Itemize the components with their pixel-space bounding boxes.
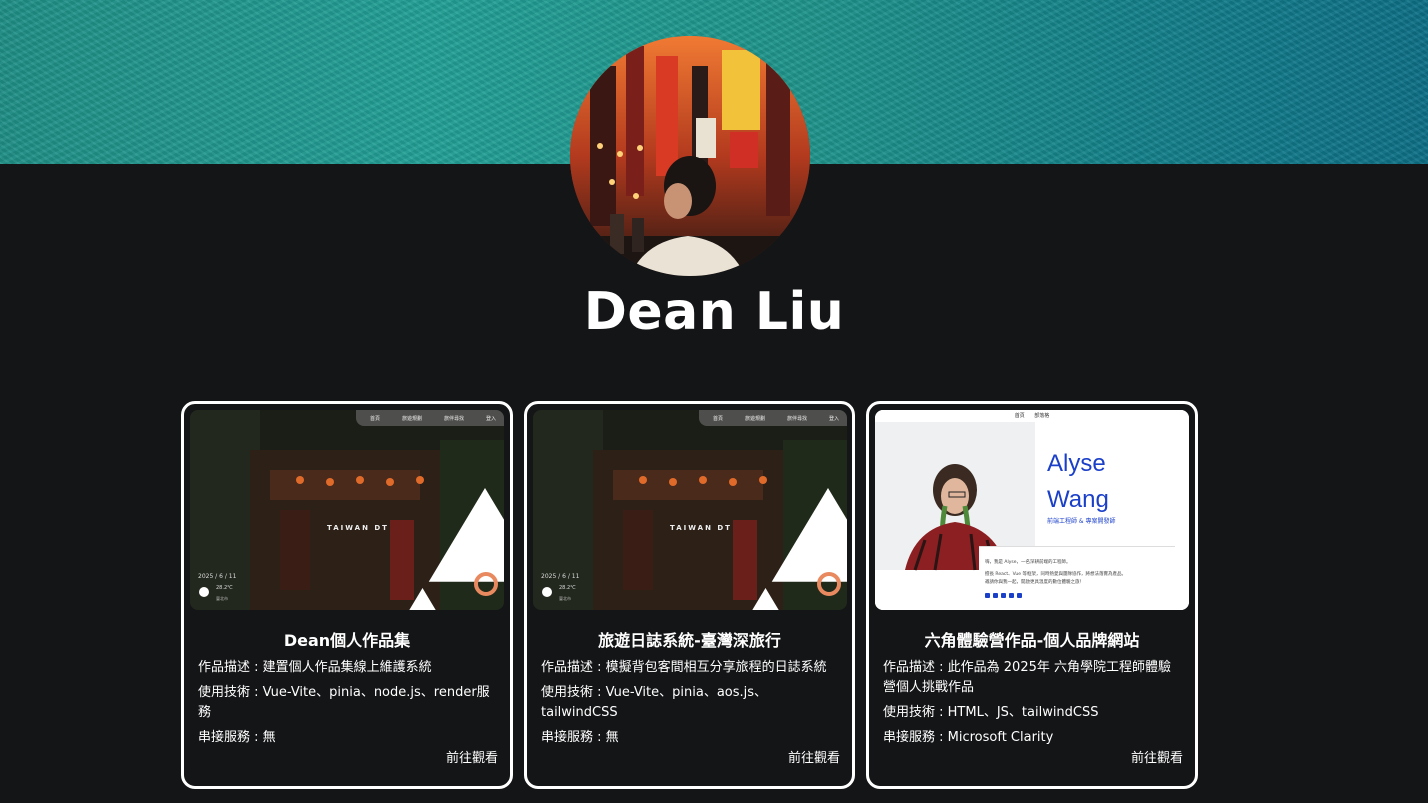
card-service: 串接服務 : 無 [198, 730, 276, 745]
thumbnail-nav-item: 旅遊規劃 [744, 415, 765, 422]
thumbnail-intro-line: 擅長 React、Vue 等框架，同時熱愛與團隊協作，將想法落實為產品。 [985, 572, 1126, 577]
view-project-link[interactable]: 前往觀看 [788, 750, 840, 768]
project-thumbnail[interactable]: 首頁 旅遊規劃 旅伴尋找 登入 TAIWAN DT 2025 / 6 / 11 … [533, 410, 847, 610]
thumbnail-nav: 首頁 旅遊規劃 旅伴尋找 登入 [698, 410, 847, 426]
card-title: 六角體驗營作品-個人品牌網站 [924, 631, 1140, 650]
thumbnail-logo-text: TAIWAN DT [670, 524, 732, 532]
project-card[interactable]: 首頁 旅遊規劃 旅伴尋找 登入 TAIWAN DT 2025 / 6 / 11 … [181, 401, 513, 789]
thumbnail-name-line: Alyse [1047, 450, 1106, 477]
thumbnail-nav: 首頁 部落格 [875, 412, 1189, 419]
card-tech: 使用技術 : HTML、JS、tailwindCSS [883, 705, 1099, 720]
card-title: Dean個人作品集 [283, 631, 411, 650]
card-tech: 使用技術 : Vue-Vite、pinia、aos.js、tailwindCSS [541, 685, 768, 720]
project-thumbnail[interactable]: 首頁 部落格 Alyse Wang 前端工程師 & 專案開發師 嗨，我是 Aly… [875, 410, 1189, 610]
thumbnail-date: 2025 / 6 / 11 [198, 573, 237, 580]
ring-icon [817, 572, 841, 596]
profile-name: Dean Liu [583, 282, 845, 342]
thumbnail-nav-item: 部落格 [1034, 413, 1050, 419]
view-project-link[interactable]: 前往觀看 [446, 750, 498, 768]
thumbnail-city: 臺北市 [216, 596, 228, 601]
card-service: 串接服務 : 無 [541, 730, 619, 745]
thumbnail-nav-item: 首頁 [712, 415, 723, 422]
thumbnail-nav: 首頁 旅遊規劃 旅伴尋找 登入 [355, 410, 504, 426]
thumbnail-nav-item: 旅伴尋找 [443, 415, 464, 422]
avatar-photo [570, 36, 810, 276]
card-service: 串接服務 : Microsoft Clarity [883, 730, 1054, 745]
project-card-list: 首頁 旅遊規劃 旅伴尋找 登入 TAIWAN DT 2025 / 6 / 11 … [181, 401, 1198, 789]
sun-icon [199, 587, 209, 597]
thumbnail-intro-box: 嗨，我是 Alyse，一名深耕前端的工程師。 擅長 React、Vue 等框架，… [979, 546, 1175, 610]
card-description: 作品描述 : 模擬背包客間相互分享旅程的日誌系統 [541, 660, 827, 675]
social-icon [985, 593, 990, 598]
view-project-link[interactable]: 前往觀看 [1131, 750, 1183, 768]
thumbnail-nav-item: 首頁 [1014, 413, 1025, 419]
thumbnail-nav-item: 首頁 [369, 415, 380, 422]
thumbnail-intro-line: 嗨，我是 Alyse，一名深耕前端的工程師。 [985, 560, 1071, 565]
card-title: 旅遊日誌系統-臺灣深旅行 [598, 631, 781, 650]
project-card[interactable]: 首頁 部落格 Alyse Wang 前端工程師 & 專案開發師 嗨，我是 Aly… [866, 401, 1198, 789]
project-thumbnail[interactable]: 首頁 旅遊規劃 旅伴尋找 登入 TAIWAN DT 2025 / 6 / 11 … [190, 410, 504, 610]
project-card[interactable]: 首頁 旅遊規劃 旅伴尋找 登入 TAIWAN DT 2025 / 6 / 11 … [524, 401, 855, 789]
thumbnail-nav-item: 登入 [828, 415, 839, 422]
thumbnail-logo-text: TAIWAN DT [327, 524, 389, 532]
thumbnail-date: 2025 / 6 / 11 [541, 573, 580, 580]
thumbnail-nav-item: 旅伴尋找 [786, 415, 807, 422]
social-icon [1001, 593, 1006, 598]
social-icon [993, 593, 998, 598]
thumbnail-nav-item: 登入 [485, 415, 496, 422]
card-description: 作品描述 : 此作品為 2025年 六角學院工程師體驗營個人挑戰作品 [883, 660, 1171, 695]
thumbnail-temp: 28.2℃ [559, 585, 576, 591]
sun-icon [542, 587, 552, 597]
card-tech: 使用技術 : Vue-Vite、pinia、node.js、render服務 [198, 685, 490, 720]
card-description: 作品描述 : 建置個人作品集線上維護系統 [198, 660, 432, 675]
thumbnail-temp: 28.2℃ [216, 585, 233, 591]
social-icon [1009, 593, 1014, 598]
thumbnail-city: 臺北市 [559, 596, 571, 601]
ring-icon [474, 572, 498, 596]
thumbnail-nav-item: 旅遊規劃 [401, 415, 422, 422]
thumbnail-name-line: Wang [1047, 486, 1109, 513]
social-icon [1017, 593, 1022, 598]
thumbnail-intro-line: 邀請你與我一起，開啟更具溫度的數位體驗之旅！ [985, 580, 1084, 585]
thumbnail-subtitle: 前端工程師 & 專案開發師 [1047, 518, 1116, 525]
profile-avatar [570, 36, 810, 276]
thumbnail-person-name: Alyse Wang [1047, 446, 1109, 518]
